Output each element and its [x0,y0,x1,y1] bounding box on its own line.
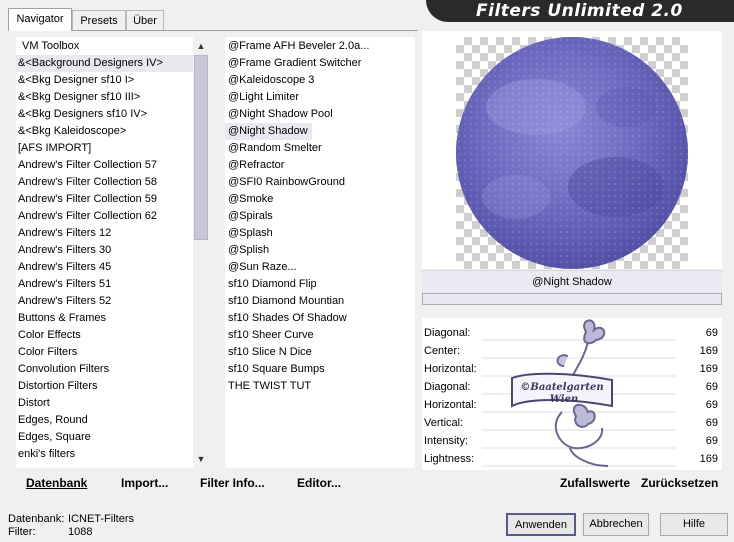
param-value: 169 [699,345,718,357]
filter-item[interactable]: THE TWIST TUT [225,378,311,395]
help-button[interactable]: Hilfe [660,513,728,536]
category-item[interactable]: &<Background Designers IV> [16,55,193,72]
category-item[interactable]: &<Bkg Designers sf10 IV> [16,106,193,123]
datenbank-label: Datenbank [26,476,88,490]
param-label: Center: [424,345,461,357]
param-label: Diagonal: [424,327,471,339]
filter-item[interactable]: @Random Smelter [225,140,322,157]
category-item[interactable]: Andrew's Filter Collection 58 [16,174,193,191]
category-item[interactable]: Andrew's Filters 52 [16,293,193,310]
tab-navigator[interactable]: Navigator [8,8,72,31]
param-value: 169 [699,453,718,465]
category-item[interactable]: Buttons & Frames [16,310,193,327]
category-item[interactable]: Edges, Square [16,429,193,446]
app-title: Filters Unlimited 2.0 [476,1,683,21]
import-button[interactable]: Import... [121,476,168,490]
filter-item[interactable]: sf10 Diamond Flip [225,276,317,293]
category-item[interactable]: Distortion Filters [16,378,193,395]
filter-item[interactable]: @Splash [225,225,273,242]
param-label: Vertical: [424,417,464,429]
scroll-down-arrow-icon[interactable]: ▼ [193,451,209,467]
filter-item[interactable]: @Smoke [225,191,273,208]
category-item[interactable]: Edges, Round [16,412,193,429]
param-value: 69 [705,381,718,393]
filter-item[interactable]: sf10 Shades Of Shadow [225,310,347,327]
category-item[interactable]: Andrew's Filters 12 [16,225,193,242]
zuruecksetzen-button[interactable]: Zurücksetzen [641,476,718,490]
category-item[interactable]: Distort [16,395,193,412]
import-label: Import... [121,476,169,490]
zuruecksetzen-label: Zurücksetzen [641,476,719,490]
status-filter-label: Filter: [8,526,36,538]
category-item[interactable]: Convolution Filters [16,361,193,378]
filter-item[interactable]: @Sun Raze... [225,259,297,276]
transparency-checkerboard [456,37,688,269]
param-value: 169 [699,363,718,375]
filter-item[interactable]: sf10 Slice N Dice [225,344,312,361]
param-label: Horizontal: [424,399,477,411]
status-datenbank-label: Datenbank: [8,513,65,525]
category-item[interactable]: &<Bkg Designer sf10 I> [16,72,193,89]
param-value: 69 [705,417,718,429]
preview-filter-name: @Night Shadow [422,270,722,294]
filter-item[interactable]: sf10 Square Bumps [225,361,325,378]
watermark-line-2: Wien [550,394,579,405]
editor-button[interactable]: Editor... [297,476,341,490]
filter-item[interactable]: @Splish [225,242,269,259]
status-filter-value: 1088 [68,526,93,538]
preview-sphere [456,37,688,269]
category-scrollbar[interactable]: ▲ ▼ [193,38,209,467]
filter-item[interactable]: @Refractor [225,157,284,174]
zufallswerte-button[interactable]: Zufallswerte [560,476,630,490]
scroll-thumb[interactable] [194,55,208,240]
param-label: Lightness: [424,453,475,465]
category-item[interactable]: Color Filters [16,344,193,361]
category-item[interactable]: Color Effects [16,327,193,344]
param-label: Intensity: [424,435,469,447]
filter-item[interactable]: @SFI0 RainbowGround [225,174,345,191]
category-list[interactable]: VM Toolbox &<Background Designers IV> &<Bk… [16,37,193,468]
filter-item[interactable]: sf10 Diamond Mountian [225,293,344,310]
param-value: 69 [705,399,718,411]
tab-presets[interactable]: Presets [72,10,126,30]
scroll-up-arrow-icon[interactable]: ▲ [193,38,209,54]
param-label: Horizontal: [424,363,477,375]
cancel-button[interactable]: Abbrechen [583,513,649,536]
filter-item[interactable]: @Frame Gradient Switcher [225,55,361,72]
filter-item[interactable]: @Frame AFH Beveler 2.0a... [225,38,369,55]
apply-button[interactable]: Anwenden [506,513,576,536]
filter-item[interactable]: @Light Limiter [225,89,299,106]
tab-about[interactable]: Über [126,10,164,30]
datenbank-button[interactable]: Datenbank [26,476,87,490]
preview-pane [422,31,722,269]
category-item[interactable]: &<Bkg Designer sf10 III> [16,89,193,106]
category-item[interactable]: Andrew's Filter Collection 57 [16,157,193,174]
progress-bar [422,293,722,305]
filter-item[interactable]: @Spirals [225,208,273,225]
filter-info-label: Filter Info... [200,476,265,490]
category-item[interactable]: enki's filters [16,446,193,463]
watermark-line-1: ©Baatelgarten [520,382,603,393]
filter-info-button[interactable]: Filter Info... [200,476,265,490]
category-item[interactable]: &<Bkg Kaleidoscope> [16,123,193,140]
filter-item[interactable]: @Kaleidoscope 3 [225,72,314,89]
param-value: 69 [705,327,718,339]
filter-item[interactable]: @Night Shadow Pool [225,106,333,123]
filter-item[interactable]: @Night Shadow [225,123,312,140]
category-item[interactable]: Andrew's Filter Collection 59 [16,191,193,208]
category-item[interactable]: Andrew's Filter Collection 62 [16,208,193,225]
filter-list[interactable]: @Frame AFH Beveler 2.0a... @Frame Gradien… [225,37,415,468]
category-item[interactable]: Andrew's Filters 45 [16,259,193,276]
watermark-logo: ©Baatelgarten Wien [511,319,613,467]
param-label: Diagonal: [424,381,471,393]
category-item[interactable]: VM Toolbox [16,38,193,55]
status-datenbank-value: ICNET-Filters [68,513,134,525]
category-item[interactable]: Andrew's Filters 30 [16,242,193,259]
category-item[interactable]: [AFS IMPORT] [16,140,193,157]
zufallswerte-label: Zufallswerte [560,476,631,490]
filter-item[interactable]: sf10 Sheer Curve [225,327,314,344]
category-item[interactable]: Andrew's Filters 51 [16,276,193,293]
editor-label: Editor... [297,476,342,490]
param-value: 69 [705,435,718,447]
